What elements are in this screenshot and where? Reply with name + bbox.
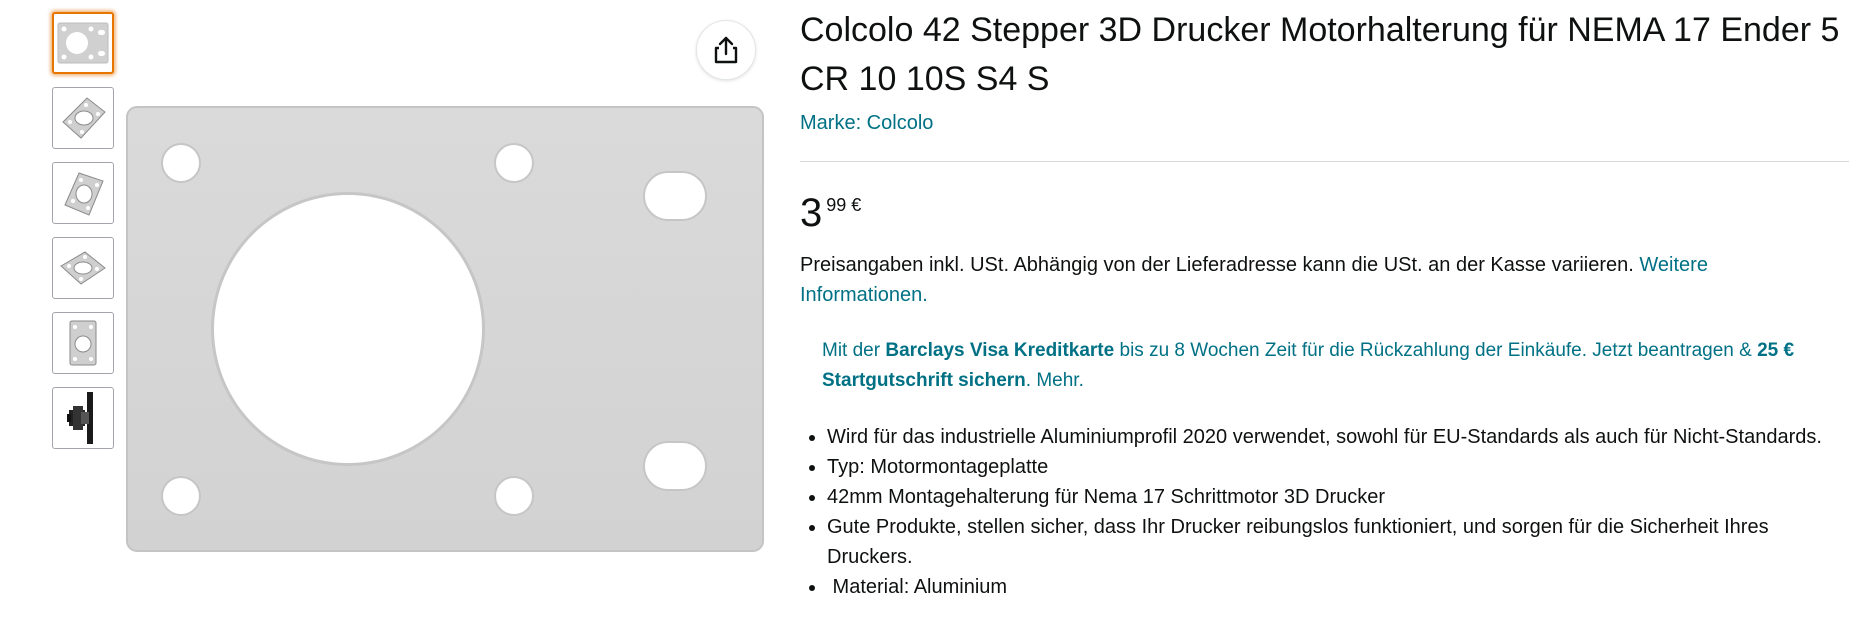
promo-prefix: Mit der	[822, 340, 886, 361]
thumbnail-6[interactable]	[52, 387, 114, 449]
price-whole: 3	[800, 191, 823, 235]
product-details: Colcolo 42 Stepper 3D Drucker Motorhalte…	[800, 0, 1849, 602]
mount-plate-front-thumbnail	[57, 22, 109, 64]
main-product-image[interactable]	[126, 106, 764, 552]
thumbnail-1[interactable]	[52, 12, 114, 74]
mount-plate-tilted-thumbnail	[60, 251, 106, 285]
thumbnail-3[interactable]	[52, 162, 114, 224]
price: 3 99 €	[800, 190, 1849, 236]
divider	[800, 161, 1849, 162]
promo-middle: bis zu 8 Wochen Zeit für die Rückzahlung…	[1114, 340, 1758, 361]
brand-link[interactable]: Marke: Colcolo	[800, 110, 1849, 136]
thumbnail-4[interactable]	[52, 237, 114, 299]
tax-note-text: Preisangaben inkl. USt. Abhängig von der…	[800, 254, 1634, 276]
promo-card-name: Barclays Visa Kreditkarte	[885, 340, 1115, 361]
mounted-on-profile-thumbnail	[67, 392, 93, 444]
mount-plate-vertical-thumbnail	[69, 320, 97, 366]
feature-bullet: Typ: Motormontageplatte	[827, 452, 1849, 482]
tax-note: Preisangaben inkl. USt. Abhängig von der…	[800, 250, 1820, 310]
feature-bullet: Wird für das industrielle Aluminiumprofi…	[827, 422, 1849, 452]
mount-plate-angled-thumbnail	[64, 172, 104, 216]
feature-bullet: Material: Aluminium	[827, 572, 1849, 602]
motor-mount-plate-image	[126, 106, 764, 552]
feature-bullet: 42mm Montagehalterung für Nema 17 Schrit…	[827, 482, 1849, 512]
share-button[interactable]	[696, 20, 756, 80]
product-title: Colcolo 42 Stepper 3D Drucker Motorhalte…	[800, 11, 1840, 98]
share-icon	[714, 36, 738, 64]
feature-bullet: Gute Produkte, stellen sicher, dass Ihr …	[827, 512, 1849, 572]
thumbnail-2[interactable]	[52, 87, 114, 149]
promo-suffix: . Mehr.	[1025, 370, 1084, 391]
price-fraction: 99 €	[826, 195, 862, 215]
product-page: Colcolo 42 Stepper 3D Drucker Motorhalte…	[0, 0, 1849, 644]
credit-card-promo[interactable]: Mit der Barclays Visa Kreditkarte bis zu…	[822, 336, 1849, 396]
thumbnail-list	[52, 12, 114, 462]
mount-plate-angled-thumbnail	[62, 97, 106, 139]
thumbnail-5[interactable]	[52, 312, 114, 374]
feature-bullets: Wird für das industrielle Aluminiumprofi…	[800, 422, 1849, 602]
